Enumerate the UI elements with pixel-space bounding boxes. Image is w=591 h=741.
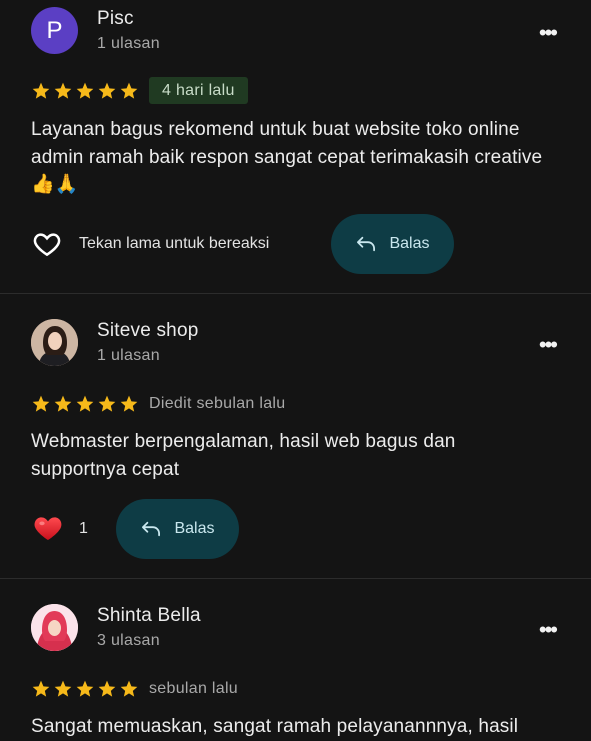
star-icon [120, 395, 138, 412]
reviewer-name[interactable]: Siteve shop [97, 320, 199, 342]
review-date: sebulan lalu [149, 680, 238, 697]
star-icon [76, 395, 94, 412]
avatar-photo [31, 319, 78, 366]
heart-outline-icon[interactable] [31, 229, 63, 259]
review-count: 3 ulasan [97, 632, 160, 649]
avatar[interactable] [31, 319, 78, 366]
star-icon [76, 680, 94, 697]
divider [0, 293, 591, 294]
reply-button[interactable]: Balas [116, 499, 239, 559]
star-icon [120, 680, 138, 697]
review-count: 1 ulasan [97, 347, 160, 364]
star-icon [32, 395, 50, 412]
review-text: Sangat memuaskan, sangat ramah pelayanan… [31, 716, 519, 737]
like-count: 1 [79, 520, 88, 537]
star-rating [31, 679, 139, 699]
reply-button[interactable]: Balas [331, 214, 454, 274]
heart-filled-icon[interactable] [31, 512, 65, 544]
react-hint[interactable]: Tekan lama untuk bereaksi [79, 235, 269, 253]
star-icon [54, 395, 72, 412]
star-icon [32, 82, 50, 99]
star-rating [31, 394, 139, 414]
reviewer-name[interactable]: Pisc [97, 8, 134, 30]
more-options-icon[interactable]: ••• [539, 22, 558, 44]
more-options-icon[interactable]: ••• [539, 334, 558, 356]
reply-arrow-icon [357, 236, 376, 252]
star-icon [54, 680, 72, 697]
avatar-letter: P [46, 16, 63, 44]
star-icon [98, 395, 116, 412]
star-icon [76, 82, 94, 99]
star-rating [31, 81, 139, 101]
reviewer-name[interactable]: Shinta Bella [97, 605, 201, 627]
avatar[interactable] [31, 604, 78, 651]
avatar[interactable]: P [31, 7, 78, 54]
star-icon [98, 82, 116, 99]
review-count: 1 ulasan [97, 35, 160, 52]
divider [0, 578, 591, 579]
more-options-icon[interactable]: ••• [539, 619, 558, 641]
star-icon [54, 82, 72, 99]
date-badge: 4 hari lalu [149, 77, 248, 104]
star-icon [32, 680, 50, 697]
reply-label: Balas [174, 520, 215, 537]
reply-arrow-icon [142, 521, 161, 537]
star-icon [98, 680, 116, 697]
reply-label: Balas [389, 235, 430, 252]
review-text: Layanan bagus rekomend untuk buat websit… [31, 119, 543, 195]
review-text: Webmaster berpengalaman, hasil web bagus… [31, 431, 456, 480]
review-date: Diedit sebulan lalu [149, 395, 286, 412]
star-icon [120, 82, 138, 99]
avatar-photo [31, 604, 78, 651]
